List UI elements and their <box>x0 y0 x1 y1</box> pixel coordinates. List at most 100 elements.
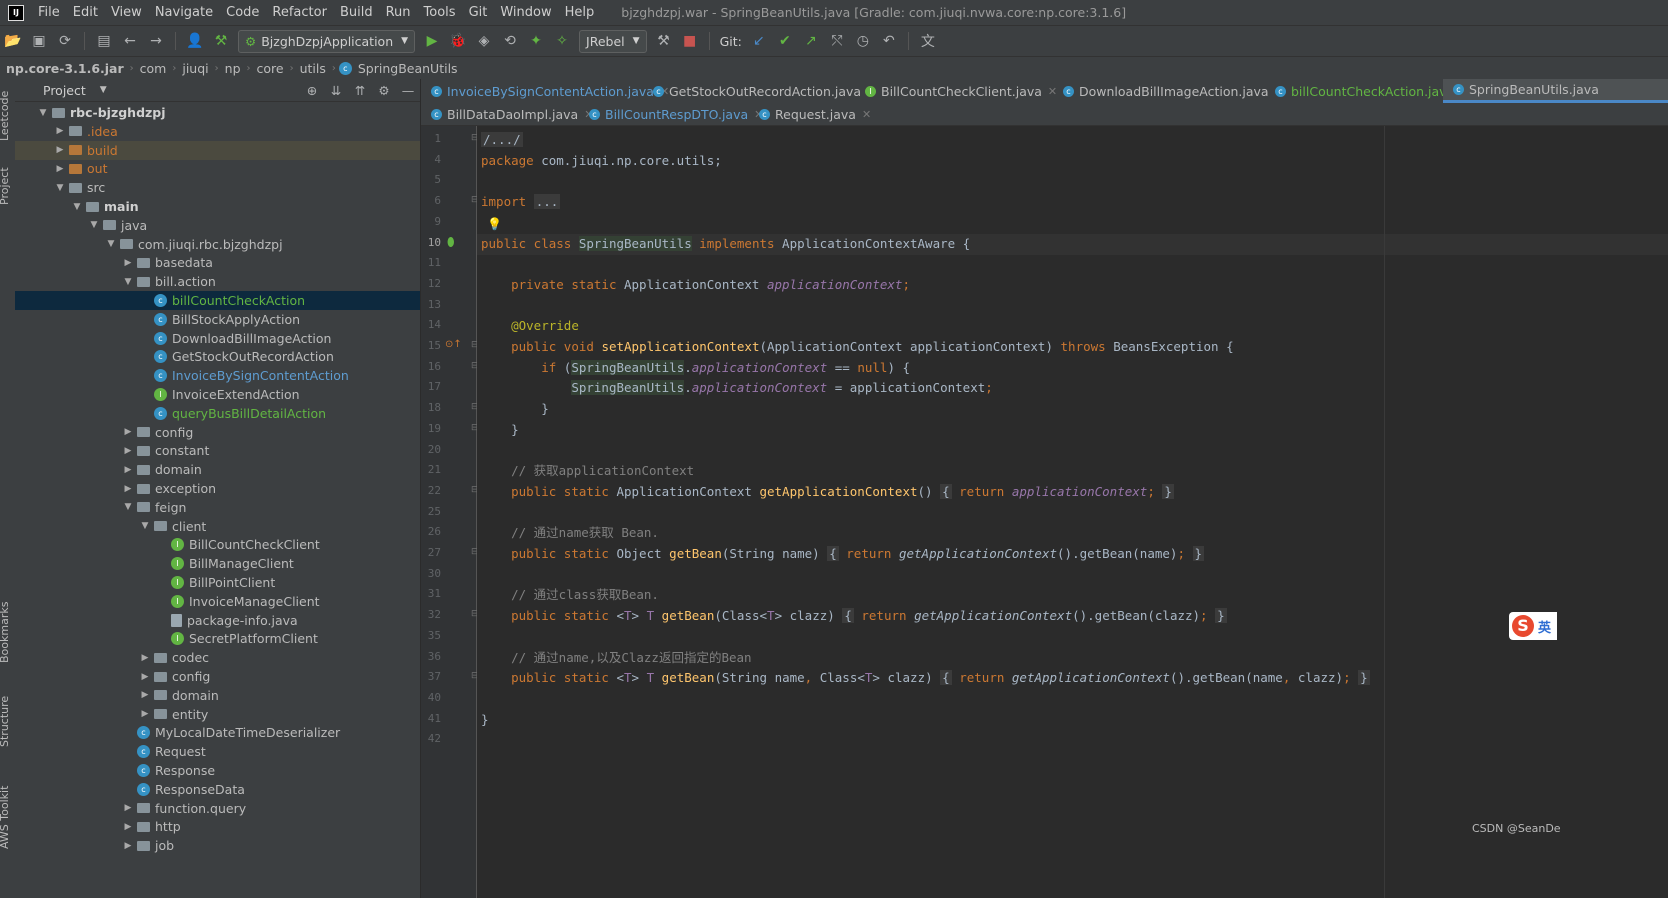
chevron-down-icon[interactable]: ▼ <box>88 220 100 230</box>
tree-item[interactable]: ▶ .idea <box>15 122 420 141</box>
chevron-right-icon[interactable]: ▶ <box>122 258 134 268</box>
breadcrumb-item[interactable]: jiuqi <box>182 61 208 76</box>
stop-icon[interactable]: ■ <box>681 32 699 50</box>
tree-item[interactable]: I InvoiceExtendAction <box>15 385 420 404</box>
breadcrumb-item[interactable]: core <box>257 61 284 76</box>
menu-help[interactable]: Help <box>565 5 595 20</box>
project-tab[interactable]: Project <box>0 167 11 205</box>
run-configuration-select[interactable]: ⚙ BjzghDzpjApplication ▼ <box>238 29 416 53</box>
chevron-right-icon[interactable]: ▶ <box>122 465 134 475</box>
chevron-right-icon[interactable]: ▶ <box>122 841 134 851</box>
tree-item[interactable]: I InvoiceManageClient <box>15 592 420 611</box>
tree-item[interactable]: ▼ rbc-bjzghdzpj <box>15 103 420 122</box>
tree-item[interactable]: ▶ basedata <box>15 253 420 272</box>
editor-tab[interactable]: cBillDataDaoImpl.java✕ <box>421 103 593 125</box>
tree-item[interactable]: ▶ config <box>15 667 420 686</box>
hide-icon[interactable]: — <box>396 83 420 98</box>
user-icon[interactable]: 👤 <box>186 32 204 50</box>
editor-tab[interactable]: cBillCountRespDTO.java✕ <box>579 103 763 125</box>
jrebel-select[interactable]: JRebel ▼ <box>579 29 647 53</box>
editor-tab[interactable]: cbillCountCheckAction.java✕ <box>1265 79 1469 103</box>
chevron-right-icon[interactable]: ▶ <box>54 126 66 136</box>
aws-toolkit-tab[interactable]: AWS Toolkit <box>0 786 11 849</box>
tree-item[interactable]: ▼ client <box>15 517 420 536</box>
breadcrumb-item[interactable]: SpringBeanUtils <box>358 61 458 76</box>
run-icon[interactable]: ▶ <box>423 32 441 50</box>
chevron-right-icon[interactable]: ▶ <box>122 446 134 456</box>
save-icon[interactable]: ▣ <box>30 32 48 50</box>
tree-item[interactable]: c Request <box>15 742 420 761</box>
tree-item[interactable]: ▶ config <box>15 423 420 442</box>
tree-item[interactable]: ▶ exception <box>15 479 420 498</box>
project-structure-icon[interactable]: ▤ <box>95 32 113 50</box>
tree-item[interactable]: I BillManageClient <box>15 554 420 573</box>
close-icon[interactable]: ✕ <box>862 108 871 121</box>
tree-item[interactable]: ▶ constant <box>15 441 420 460</box>
collapse-all-icon[interactable]: ⇈ <box>348 83 372 98</box>
coverage-icon[interactable]: ◈ <box>475 32 493 50</box>
git-commit-icon[interactable]: ✔ <box>776 32 794 50</box>
tree-item[interactable]: I SecretPlatformClient <box>15 629 420 648</box>
chevron-right-icon[interactable]: ▶ <box>139 653 151 663</box>
expand-all-icon[interactable]: ⇊ <box>324 83 348 98</box>
tree-item[interactable]: I BillCountCheckClient <box>15 535 420 554</box>
breadcrumb-item[interactable]: utils <box>300 61 326 76</box>
menu-window[interactable]: Window <box>500 5 551 20</box>
tree-item[interactable]: c DownloadBillImageAction <box>15 329 420 348</box>
chevron-right-icon[interactable]: ▶ <box>122 822 134 832</box>
menu-code[interactable]: Code <box>226 5 259 20</box>
menu-build[interactable]: Build <box>340 5 373 20</box>
code-editor[interactable]: /.../ package com.jiuqi.np.core.utils; imp… <box>477 126 1668 898</box>
chevron-down-icon[interactable]: ▼ <box>139 521 151 531</box>
back-arrow-icon[interactable]: ← <box>121 32 139 50</box>
editor-tab[interactable]: c Request.java ✕ <box>749 103 871 125</box>
tree-item[interactable]: ▶ domain <box>15 686 420 705</box>
tree-item[interactable]: ▶ entity <box>15 705 420 724</box>
tree-item[interactable]: ▼ feign <box>15 498 420 517</box>
tree-item[interactable]: c Response <box>15 761 420 780</box>
build-hammer-icon[interactable]: ⚒ <box>212 32 230 50</box>
tree-item[interactable]: ▶ function.query <box>15 799 420 818</box>
editor-tab[interactable]: cGetStockOutRecordAction.java✕ <box>643 79 876 103</box>
tree-item[interactable]: ▶ job <box>15 836 420 855</box>
rollback-icon[interactable]: ↶ <box>880 32 898 50</box>
tree-item[interactable]: ▼ main <box>15 197 420 216</box>
tree-item[interactable]: ▶ build <box>15 140 420 160</box>
menu-git[interactable]: Git <box>469 5 488 20</box>
tree-item[interactable]: c billCountCheckAction <box>15 291 420 310</box>
git-push-icon[interactable]: ↗ <box>802 32 820 50</box>
bookmarks-tab[interactable]: Bookmarks <box>0 602 11 663</box>
chevron-right-icon[interactable]: ▶ <box>54 145 66 155</box>
tree-item[interactable]: ▶ codec <box>15 648 420 667</box>
editor-tab[interactable]: c SpringBeanUtils.java <box>1443 79 1668 103</box>
project-panel-title[interactable]: Project <box>43 83 86 98</box>
git-update-icon[interactable]: ↙ <box>750 32 768 50</box>
history-clock-icon[interactable]: ◷ <box>854 32 872 50</box>
chevron-right-icon[interactable]: ▶ <box>139 672 151 682</box>
chevron-right-icon[interactable]: ▶ <box>139 690 151 700</box>
editor-tab[interactable]: c InvoiceBySignContentAction.java ✕ <box>421 79 669 103</box>
chevron-right-icon[interactable]: ▶ <box>122 803 134 813</box>
jrebel-debug-icon[interactable]: ✧ <box>553 32 571 50</box>
menu-file[interactable]: File <box>38 5 60 20</box>
translate-icon[interactable]: 文 <box>919 32 937 50</box>
chevron-down-icon[interactable]: ▼ <box>71 202 83 212</box>
menu-view[interactable]: View <box>111 5 142 20</box>
chevron-down-icon[interactable]: ▼ <box>54 183 66 193</box>
leetcode-tab[interactable]: Leetcode <box>0 91 11 141</box>
ime-indicator[interactable]: S 英 <box>1509 612 1557 640</box>
tree-item[interactable]: c ResponseData <box>15 780 420 799</box>
breadcrumb-item[interactable]: com <box>140 61 167 76</box>
tree-item[interactable]: ▼ java <box>15 216 420 235</box>
locate-icon[interactable]: ⊕ <box>300 83 324 98</box>
gear-icon[interactable]: ⚙ <box>372 83 396 98</box>
sync-icon[interactable]: ⟳ <box>56 32 74 50</box>
tree-item[interactable]: c BillStockApplyAction <box>15 310 420 329</box>
tree-item[interactable]: c MyLocalDateTimeDeserializer <box>15 723 420 742</box>
menu-run[interactable]: Run <box>386 5 411 20</box>
open-folder-icon[interactable]: 📂 <box>4 32 22 50</box>
chevron-down-icon[interactable]: ▼ <box>122 502 134 512</box>
chevron-down-icon[interactable]: ▼ <box>105 239 117 249</box>
chevron-down-icon[interactable]: ▼ <box>100 85 107 95</box>
tree-item[interactable]: package-info.java <box>15 611 420 630</box>
